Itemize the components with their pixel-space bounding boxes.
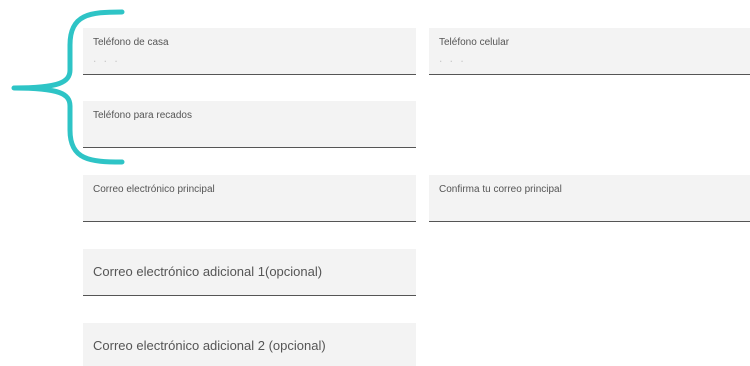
- phone-home-input[interactable]: [93, 48, 416, 68]
- phone-home-field[interactable]: Teléfono de casa: [83, 28, 416, 75]
- curly-brace-annotation: [11, 9, 125, 165]
- phone-home-label: Teléfono de casa: [93, 37, 169, 48]
- email-primary-label: Correo electrónico principal: [93, 184, 215, 195]
- phone-messages-input[interactable]: [93, 121, 416, 141]
- email-primary-input[interactable]: [93, 195, 416, 215]
- phone-messages-label: Teléfono para recados: [93, 110, 192, 121]
- phone-mobile-field[interactable]: Teléfono celular: [429, 28, 750, 75]
- email-additional-2-field[interactable]: Correo electrónico adicional 2 (opcional…: [83, 323, 416, 366]
- phone-messages-field[interactable]: Teléfono para recados: [83, 101, 416, 148]
- email-confirm-label: Confirma tu correo principal: [439, 184, 562, 195]
- phone-mobile-input[interactable]: [439, 48, 750, 68]
- phone-mobile-label: Teléfono celular: [439, 37, 510, 48]
- email-additional-1-label: Correo electrónico adicional 1(opcional): [93, 264, 323, 279]
- email-additional-1-field[interactable]: Correo electrónico adicional 1(opcional): [83, 249, 416, 296]
- email-primary-field[interactable]: Correo electrónico principal: [83, 175, 416, 222]
- email-confirm-input[interactable]: [439, 195, 750, 215]
- email-confirm-field[interactable]: Confirma tu correo principal: [429, 175, 750, 222]
- email-additional-2-label: Correo electrónico adicional 2 (opcional…: [93, 338, 326, 353]
